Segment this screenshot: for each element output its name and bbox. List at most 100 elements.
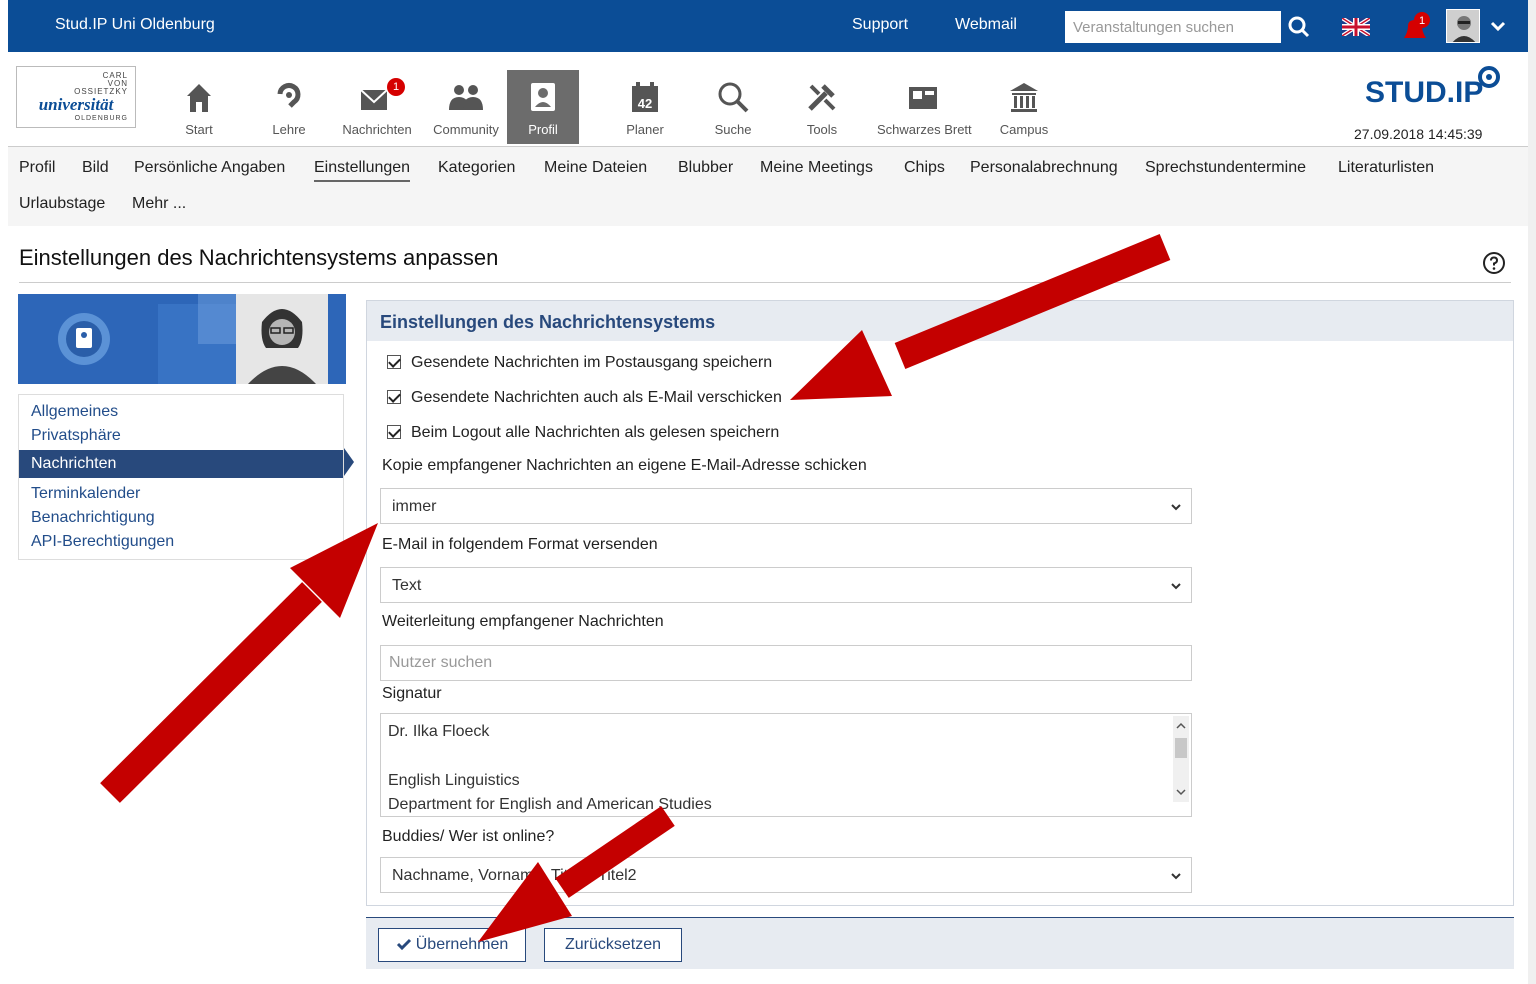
nav-campus[interactable]: Campus <box>988 70 1060 142</box>
bell-icon: 1 <box>1404 12 1430 38</box>
chevron-down-icon[interactable] <box>1490 18 1506 34</box>
subnav-kategorien[interactable]: Kategorien <box>438 159 515 177</box>
form-header: Einstellungen des Nachrichtensystems <box>367 301 1513 341</box>
avatar[interactable] <box>1446 9 1480 43</box>
message-settings-form: Einstellungen des Nachrichtensystems Ges… <box>366 300 1514 906</box>
checkmark-icon <box>396 938 411 951</box>
subnav-persoenliche-angaben[interactable]: Persönliche Angaben <box>134 159 285 177</box>
subnav-meine-meetings[interactable]: Meine Meetings <box>760 159 873 177</box>
nav-planer[interactable]: 42 Planer <box>609 70 681 142</box>
nav-lehre[interactable]: Lehre <box>253 70 325 142</box>
magnifier-icon <box>718 82 749 113</box>
apply-button[interactable]: Übernehmen <box>378 928 526 962</box>
profile-banner-image <box>18 294 346 384</box>
current-datetime: 27.09.2018 14:45:39 <box>1354 126 1483 142</box>
profile-subnav: Profil Bild Persönliche Angaben Einstell… <box>8 146 1528 226</box>
window-scrollbar[interactable] <box>1528 0 1536 984</box>
scroll-down-icon[interactable] <box>1173 786 1189 798</box>
sidebar-item-nachrichten[interactable]: Nachrichten <box>19 450 343 478</box>
site-title-link[interactable]: Stud.IP Uni Oldenburg <box>55 16 215 34</box>
campus-icon <box>1010 83 1038 112</box>
nav-start[interactable]: Start <box>163 70 235 142</box>
profile-icon <box>531 83 555 111</box>
nav-suche[interactable]: Suche <box>697 70 769 142</box>
avatar-image <box>1447 10 1479 42</box>
form-footer: Übernehmen Zurücksetzen <box>366 917 1514 969</box>
subnav-literaturlisten[interactable]: Literaturlisten <box>1338 159 1434 177</box>
scroll-thumb[interactable] <box>1175 738 1187 758</box>
nav-nachrichten[interactable]: 1 Nachrichten <box>341 70 413 142</box>
subnav-einstellungen[interactable]: Einstellungen <box>314 159 411 182</box>
signature-label: Signatur <box>382 685 442 702</box>
course-search-input[interactable] <box>1065 11 1281 43</box>
notification-count: 1 <box>1419 15 1425 27</box>
reset-button[interactable]: Zurücksetzen <box>544 928 682 962</box>
lehre-icon <box>277 83 301 108</box>
chevron-down-icon <box>1171 583 1181 590</box>
scroll-up-icon[interactable] <box>1173 720 1189 732</box>
subnav-bild[interactable]: Bild <box>82 159 109 177</box>
mark-read-on-logout-option[interactable]: Beim Logout alle Nachrichten als gelesen… <box>387 424 779 442</box>
save-outbox-option[interactable]: Gesendete Nachrichten im Postausgang spe… <box>387 354 772 372</box>
nav-community[interactable]: Community <box>430 70 502 142</box>
sidebar-item-api-berechtigungen[interactable]: API-Berechtigungen <box>31 533 174 551</box>
messages-badge: 1 <box>387 78 405 96</box>
studip-logo[interactable]: STUD.IP <box>1363 64 1503 108</box>
email-format-select[interactable]: Text <box>380 567 1192 603</box>
top-bar: Stud.IP Uni Oldenburg Support Webmail 1 <box>8 0 1528 52</box>
copy-to-email-select[interactable]: immer <box>380 488 1192 524</box>
subnav-profil[interactable]: Profil <box>19 159 55 177</box>
svg-text:STUD.IP: STUD.IP <box>1365 76 1483 108</box>
save-outbox-checkbox[interactable] <box>387 355 401 369</box>
support-link[interactable]: Support <box>852 16 908 34</box>
sidebar-item-benachrichtigung[interactable]: Benachrichtigung <box>31 509 155 527</box>
signature-scrollbar[interactable] <box>1173 716 1189 802</box>
subnav-sprechstundentermine[interactable]: Sprechstundentermine <box>1145 159 1306 177</box>
nav-tools[interactable]: Tools <box>786 70 858 142</box>
home-icon <box>187 84 211 112</box>
sidebar-item-terminkalender[interactable]: Terminkalender <box>31 485 140 503</box>
search-icon[interactable] <box>1285 12 1313 42</box>
subnav-urlaubstage[interactable]: Urlaubstage <box>19 195 105 213</box>
chevron-down-icon <box>1171 873 1181 880</box>
buddies-label: Buddies/ Wer ist online? <box>382 828 555 845</box>
subnav-mehr[interactable]: Mehr ... <box>132 195 186 213</box>
copy-to-email-label: Kopie empfangener Nachrichten an eigene … <box>382 457 867 474</box>
nav-schwarzes-brett[interactable]: Schwarzes Brett <box>877 70 972 142</box>
sidebar-active-pointer <box>344 448 354 476</box>
buddies-format-select[interactable]: Nachname, Vorname, Titel1, Titel2 <box>380 857 1192 893</box>
mark-read-on-logout-checkbox[interactable] <box>387 425 401 439</box>
page-title: Einstellungen des Nachrichtensystems anp… <box>19 245 499 270</box>
user-search-input[interactable] <box>380 645 1192 681</box>
nav-profil[interactable]: Profil <box>507 70 579 144</box>
sidebar-item-allgemeines[interactable]: Allgemeines <box>31 403 118 421</box>
title-divider <box>19 282 1511 283</box>
board-icon <box>909 87 937 109</box>
sidebar-menu: Allgemeines Privatsphäre Nachrichten Ter… <box>18 394 344 560</box>
send-as-email-option[interactable]: Gesendete Nachrichten auch als E-Mail ve… <box>387 389 782 407</box>
send-as-email-checkbox[interactable] <box>387 390 401 404</box>
subnav-chips[interactable]: Chips <box>904 159 945 177</box>
help-icon[interactable] <box>1482 251 1506 275</box>
webmail-link[interactable]: Webmail <box>955 16 1017 34</box>
forwarding-label: Weiterleitung empfangener Nachrichten <box>382 613 664 630</box>
subnav-blubber[interactable]: Blubber <box>678 159 733 177</box>
university-logo[interactable]: CARL VON OSSIETZKY universität OLDENBURG <box>16 66 136 128</box>
sidebar-header-image <box>18 294 346 384</box>
subnav-meine-dateien[interactable]: Meine Dateien <box>544 159 647 177</box>
svg-text:42: 42 <box>638 96 652 111</box>
svg-text:universität: universität <box>39 95 115 114</box>
chevron-down-icon <box>1171 504 1181 511</box>
form-heading: Einstellungen des Nachrichtensystems <box>380 312 716 332</box>
email-format-label: E-Mail in folgendem Format versenden <box>382 536 658 553</box>
signature-textarea[interactable]: Dr. Ilka Floeck English Linguistics Depa… <box>380 713 1192 817</box>
community-icon <box>449 85 483 110</box>
uk-flag-icon[interactable] <box>1342 18 1370 36</box>
sidebar-item-privatsphaere[interactable]: Privatsphäre <box>31 427 121 445</box>
calendar-icon: 42 <box>632 82 658 112</box>
main-navigation: CARL VON OSSIETZKY universität OLDENBURG… <box>8 52 1528 146</box>
arrow-to-copy-select <box>100 523 378 803</box>
notifications-button[interactable]: 1 <box>1398 12 1432 42</box>
subnav-personalabrechnung[interactable]: Personalabrechnung <box>970 159 1118 177</box>
svg-text:OLDENBURG: OLDENBURG <box>75 115 128 122</box>
